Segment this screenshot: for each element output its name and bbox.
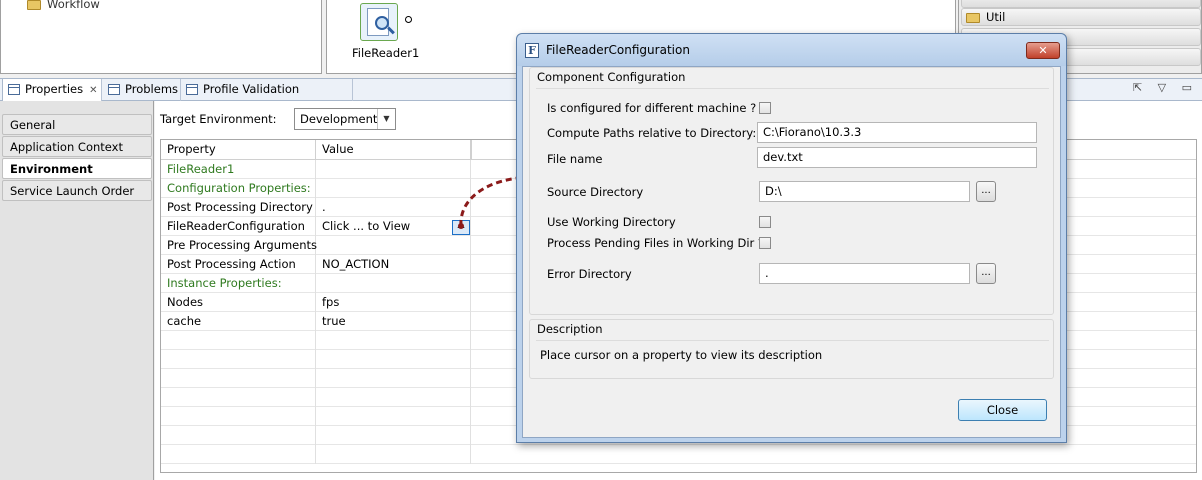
value-cell[interactable]: fps [316,293,471,312]
column-header-property[interactable]: Property [161,140,316,160]
different-machine-label: Is configured for different machine ? [547,101,757,115]
chevron-down-icon: ▼ [377,109,395,129]
tab-properties[interactable]: Properties ✕ [2,79,102,101]
property-cell[interactable]: Pre Processing Arguments [161,236,317,255]
compute-paths-input[interactable]: C:\Fiorano\10.3.3 [757,122,1037,143]
file-name-label: File name [547,152,603,166]
group-title: Description [537,322,603,336]
property-cell[interactable] [161,388,316,407]
property-cell[interactable]: Configuration Properties: [161,179,316,198]
property-cell[interactable]: Post Processing Directory [161,198,316,217]
value-cell[interactable] [316,274,471,293]
property-cell[interactable] [161,445,316,464]
table-row[interactable] [161,445,1196,464]
compute-paths-label: Compute Paths relative to Directory: [547,126,757,140]
property-cell[interactable]: Instance Properties: [161,274,316,293]
value-cell[interactable]: true [316,312,471,331]
nav-item-general[interactable]: General [2,114,152,135]
value-cell[interactable] [316,407,471,426]
value-cell[interactable] [316,369,471,388]
target-environment-label: Target Environment: [160,112,277,126]
close-icon[interactable]: ✕ [89,85,97,96]
workflow-explorer-pane: Workflow [0,0,322,74]
palette-item-util[interactable]: Util [961,8,1201,26]
value-cell[interactable] [316,445,471,464]
process-pending-checkbox[interactable] [759,237,771,249]
app-logo-icon: F [525,43,539,58]
description-text: Place cursor on a property to view its d… [540,348,823,362]
value-cell[interactable] [316,426,471,445]
error-directory-browse-button[interactable]: ... [976,263,996,284]
file-reader-config-dialog: F FileReaderConfiguration ✕ Component Co… [516,33,1067,443]
property-cell[interactable] [161,369,316,388]
properties-section-nav: General Application Context Environment … [0,101,154,480]
value-cell[interactable] [316,160,471,179]
nav-item-environment-properties[interactable]: Environment Properties [2,158,152,196]
value-cell[interactable] [316,236,471,255]
process-pending-label: Process Pending Files in Working Dir ? [547,236,765,250]
tab-problems[interactable]: Problems [103,79,181,101]
source-directory-browse-button[interactable]: ... [976,181,996,202]
property-cell[interactable] [161,426,316,445]
component-port[interactable] [405,16,412,23]
property-cell[interactable]: FileReader1 [161,160,316,179]
validation-view-icon [186,84,198,95]
value-cell[interactable] [316,331,471,350]
error-directory-input[interactable]: . [759,263,970,284]
tab-profile-validation-messages[interactable]: Profile Validation Messages [181,79,353,117]
different-machine-checkbox[interactable] [759,102,771,114]
source-directory-input[interactable]: D:\ [759,181,970,202]
column-header-value[interactable]: Value [316,140,471,160]
close-button[interactable]: Close [958,399,1047,421]
file-name-input[interactable]: dev.txt [757,147,1037,168]
component-label: FileReader1 [352,46,420,60]
property-cell[interactable]: cache [161,312,316,331]
nav-item-application-context[interactable]: Application Context [2,136,152,157]
description-group: Description Place cursor on a property t… [529,319,1054,379]
target-environment-select[interactable]: Development ▼ [294,108,396,130]
use-working-directory-label: Use Working Directory [547,215,676,229]
value-cell[interactable]: Click ... to View [316,217,471,236]
property-cell[interactable]: Nodes [161,293,316,312]
folder-icon [966,12,980,23]
view-toolbar-icons[interactable]: ⇱ ▽ ▭ [1133,81,1198,94]
value-cell[interactable] [316,388,471,407]
close-icon[interactable]: ✕ [1026,42,1060,59]
value-cell[interactable] [316,350,471,369]
workflow-tree-item[interactable]: Workflow [27,0,100,11]
palette-row-blank[interactable] [961,0,1201,8]
property-cell[interactable]: Post Processing Action [161,255,316,274]
property-cell[interactable] [161,407,316,426]
dialog-body: Component Configuration Is configured fo… [522,66,1061,438]
property-cell[interactable]: FileReaderConfiguration [161,217,316,236]
group-title: Component Configuration [537,70,686,84]
use-working-directory-checkbox[interactable] [759,216,771,228]
value-cell[interactable] [316,179,471,198]
folder-icon [27,0,41,10]
property-cell[interactable] [161,350,316,369]
value-cell[interactable]: NO_ACTION [316,255,471,274]
component-configuration-group: Component Configuration Is configured fo… [529,67,1054,315]
properties-view-icon [8,84,20,95]
error-directory-label: Error Directory [547,267,632,281]
file-reader-component-icon[interactable] [360,3,398,41]
source-directory-label: Source Directory [547,185,644,199]
property-cell[interactable] [161,331,316,350]
problems-view-icon [108,84,120,95]
nav-item-service-launch-order[interactable]: Service Launch Order [2,180,152,201]
value-cell[interactable]: . [316,198,471,217]
dialog-title-bar[interactable]: F FileReaderConfiguration ✕ [517,34,1066,66]
dialog-title: FileReaderConfiguration [546,43,690,57]
